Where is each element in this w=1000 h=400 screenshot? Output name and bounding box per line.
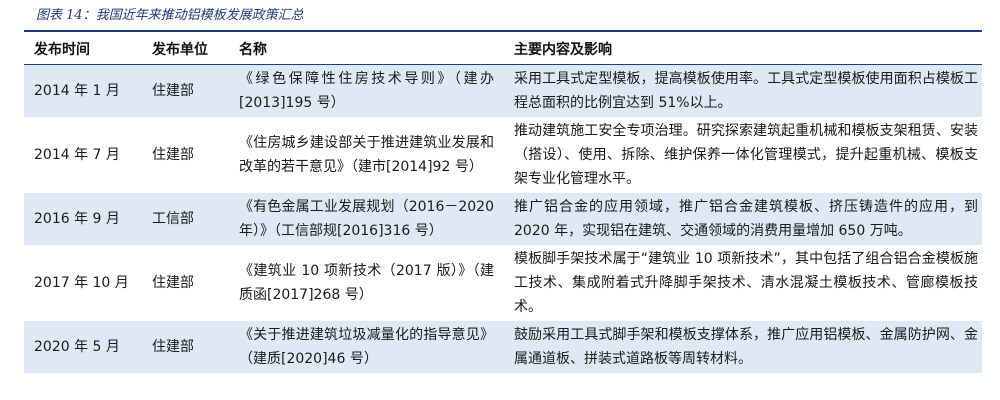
caption-rule [24,30,982,32]
cell-date: 2017 年 10 月 [24,245,142,321]
table-row: 2016 年 9 月 工信部 《有色金属工业发展规划（2016－2020 年）》… [24,193,982,245]
page: 图表 14：我国近年来推动铝模板发展政策汇总 发布时间 发布单位 名称 主要内容… [0,0,1000,400]
figure-caption: 图表 14：我国近年来推动铝模板发展政策汇总 [36,8,304,23]
header-date: 发布时间 [24,34,142,65]
cell-date: 2014 年 1 月 [24,64,142,117]
header-content: 主要内容及影响 [504,34,982,65]
cell-unit: 工信部 [142,193,229,245]
header-row: 发布时间 发布单位 名称 主要内容及影响 [24,34,982,65]
cell-content: 推动建筑施工安全专项治理。研究探索建筑起重机械和模板支架租赁、安装（搭设）、使用… [504,117,982,193]
cell-date: 2020 年 5 月 [24,321,142,373]
cell-unit: 住建部 [142,245,229,321]
cell-name: 《绿色保障性住房技术导则》（建办[2013]195 号） [229,64,504,117]
policy-table: 发布时间 发布单位 名称 主要内容及影响 2014 年 1 月 住建部 《绿色保… [24,34,982,373]
cell-date: 2014 年 7 月 [24,117,142,193]
table-row: 2017 年 10 月 住建部 《建筑业 10 项新技术（2017 版）》（建质… [24,245,982,321]
table-row: 2020 年 5 月 住建部 《关于推进建筑垃圾减量化的指导意见》（建质[202… [24,321,982,373]
cell-name: 《关于推进建筑垃圾减量化的指导意见》（建质[2020]46 号） [229,321,504,373]
table-row: 2014 年 1 月 住建部 《绿色保障性住房技术导则》（建办[2013]195… [24,64,982,117]
cell-unit: 住建部 [142,64,229,117]
cell-date: 2016 年 9 月 [24,193,142,245]
cell-content: 采用工具式定型模板，提高模板使用率。工具式定型模板使用面积占模板工程总面积的比例… [504,64,982,117]
cell-content: 鼓励采用工具式脚手架和模板支撑体系，推广应用铝模板、金属防护网、金属通道板、拼装… [504,321,982,373]
cell-name: 《建筑业 10 项新技术（2017 版）》（建质函[2017]268 号） [229,245,504,321]
table-row: 2014 年 7 月 住建部 《住房城乡建设部关于推进建筑业发展和改革的若干意见… [24,117,982,193]
cell-unit: 住建部 [142,321,229,373]
header-name: 名称 [229,34,504,65]
header-unit: 发布单位 [142,34,229,65]
cell-unit: 住建部 [142,117,229,193]
cell-content: 推广铝合金的应用领域，推广铝合金建筑模板、挤压铸造件的应用，到 2020 年，实… [504,193,982,245]
cell-name: 《住房城乡建设部关于推进建筑业发展和改革的若干意见》（建市[2014]92 号） [229,117,504,193]
cell-content: 模板脚手架技术属于“建筑业 10 项新技术”，其中包括了组合铝合金模板施工技术、… [504,245,982,321]
cell-name: 《有色金属工业发展规划（2016－2020 年）》（工信部规[2016]316 … [229,193,504,245]
